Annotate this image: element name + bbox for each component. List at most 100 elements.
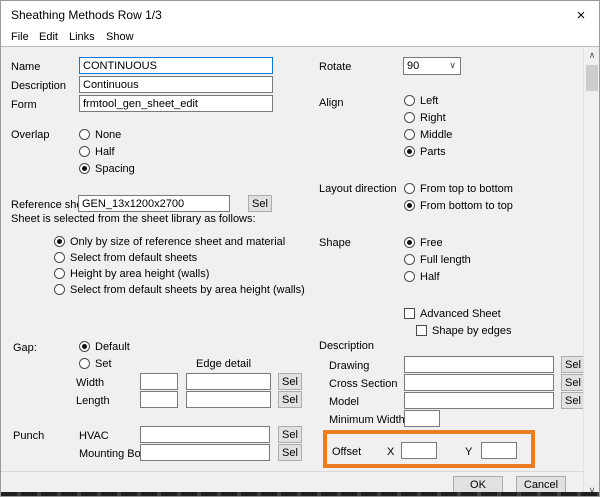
description-section-heading: Description	[319, 340, 374, 352]
gap-length-sel-button[interactable]: Sel	[278, 391, 302, 408]
offset-y-label: Y	[465, 446, 472, 458]
chevron-down-icon: ∨	[449, 60, 456, 71]
gap-option-default[interactable]: Default	[79, 340, 130, 353]
model-sel-button[interactable]: Sel	[561, 392, 585, 409]
cross-section-input[interactable]	[404, 374, 554, 391]
minimum-width-label: Minimum Width	[329, 414, 405, 426]
radio-label: Only by size of reference sheet and mate…	[70, 236, 285, 248]
gap-option-set[interactable]: Set	[79, 357, 112, 370]
gap-length-label: Length	[76, 395, 110, 407]
radio-label: Free	[420, 237, 443, 249]
form-label: Form	[11, 99, 37, 111]
radio-button-selected	[79, 163, 90, 174]
radio-label: Default	[95, 341, 130, 353]
description-input[interactable]: Continuous	[79, 76, 273, 93]
window-title: Sheathing Methods Row 1/3	[11, 8, 162, 22]
radio-button-selected	[79, 341, 90, 352]
menu-show[interactable]: Show	[106, 31, 134, 43]
radio-label: Select from default sheets	[70, 252, 197, 264]
radio-label: From top to bottom	[420, 183, 513, 195]
checkbox-label: Advanced Sheet	[420, 308, 501, 320]
cross-section-sel-button[interactable]: Sel	[561, 374, 585, 391]
radio-button-selected	[404, 146, 415, 157]
radio-label: From bottom to top	[420, 200, 513, 212]
align-option-middle[interactable]: Middle	[404, 128, 452, 141]
overlap-option-half[interactable]: Half	[79, 145, 115, 158]
sheet-library-option-default[interactable]: Select from default sheets	[54, 251, 197, 264]
gap-width-sel-button[interactable]: Sel	[278, 373, 302, 390]
gap-length-input[interactable]	[140, 391, 178, 408]
drawing-sel-button[interactable]: Sel	[561, 356, 585, 373]
hvac-sel-button[interactable]: Sel	[278, 426, 302, 443]
offset-x-label: X	[387, 446, 394, 458]
mounting-box-input[interactable]	[140, 444, 270, 461]
shape-option-free[interactable]: Free	[404, 236, 443, 249]
checkbox-label: Shape by edges	[432, 325, 512, 337]
overlap-option-spacing[interactable]: Spacing	[79, 162, 135, 175]
overlap-label: Overlap	[11, 129, 50, 141]
menu-edit[interactable]: Edit	[39, 31, 58, 43]
sheet-library-option-height[interactable]: Height by area height (walls)	[54, 267, 209, 280]
edge-detail-header: Edge detail	[196, 358, 251, 370]
rotate-value: 90	[407, 60, 419, 72]
shape-by-edges-checkbox[interactable]: Shape by edges	[416, 324, 512, 337]
radio-label: Set	[95, 358, 112, 370]
radio-button	[404, 112, 415, 123]
gap-width-input[interactable]	[140, 373, 178, 390]
sheet-library-option-default-height[interactable]: Select from default sheets by area heigh…	[54, 283, 305, 296]
sheet-library-heading: Sheet is selected from the sheet library…	[11, 213, 256, 225]
reference-sheet-input[interactable]: GEN_13x1200x2700	[78, 195, 230, 212]
shape-option-full-length[interactable]: Full length	[404, 253, 471, 266]
align-option-right[interactable]: Right	[404, 111, 446, 124]
shape-option-half[interactable]: Half	[404, 270, 440, 283]
advanced-sheet-checkbox[interactable]: Advanced Sheet	[404, 307, 501, 320]
checkbox	[404, 308, 415, 319]
radio-label: Left	[420, 95, 438, 107]
menu-bar: File Edit Links Show	[1, 29, 599, 46]
radio-label: Half	[420, 271, 440, 283]
align-option-left[interactable]: Left	[404, 94, 438, 107]
layout-direction-label: Layout direction	[319, 183, 397, 195]
sheet-library-option-size[interactable]: Only by size of reference sheet and mate…	[54, 235, 285, 248]
radio-button	[54, 252, 65, 263]
radio-label: Middle	[420, 129, 452, 141]
vertical-scrollbar[interactable]: ∧ ∨	[583, 47, 599, 497]
hvac-label: HVAC	[79, 430, 109, 442]
close-icon[interactable]: ×	[571, 5, 591, 25]
gap-width-label: Width	[76, 377, 104, 389]
radio-button-selected	[404, 237, 415, 248]
layout-option-top-to-bottom[interactable]: From top to bottom	[404, 182, 513, 195]
hvac-input[interactable]	[140, 426, 270, 443]
rotate-dropdown[interactable]: 90 ∨	[403, 57, 461, 75]
cross-section-label: Cross Section	[329, 378, 397, 390]
menu-file[interactable]: File	[11, 31, 29, 43]
radio-button	[79, 129, 90, 140]
radio-label: Parts	[420, 146, 446, 158]
gap-length-edge-input[interactable]	[186, 391, 271, 408]
reference-sheet-sel-button[interactable]: Sel	[248, 195, 272, 212]
radio-button-selected	[404, 200, 415, 211]
minimum-width-input[interactable]	[404, 410, 440, 427]
gap-width-edge-input[interactable]	[186, 373, 271, 390]
gap-label: Gap:	[13, 342, 37, 354]
radio-label: Spacing	[95, 163, 135, 175]
radio-button	[79, 146, 90, 157]
layout-option-bottom-to-top[interactable]: From bottom to top	[404, 199, 513, 212]
radio-label: Right	[420, 112, 446, 124]
model-input[interactable]	[404, 392, 554, 409]
radio-label: None	[95, 129, 121, 141]
form-input[interactable]: frmtool_gen_sheet_edit	[79, 95, 273, 112]
menu-links[interactable]: Links	[69, 31, 95, 43]
radio-button	[404, 95, 415, 106]
radio-label: Select from default sheets by area heigh…	[70, 284, 305, 296]
scrollbar-thumb[interactable]	[586, 65, 598, 91]
offset-y-input[interactable]	[481, 442, 517, 459]
scrollbar-up-icon[interactable]: ∧	[584, 47, 600, 63]
align-option-parts[interactable]: Parts	[404, 145, 446, 158]
mounting-box-sel-button[interactable]: Sel	[278, 444, 302, 461]
radio-button	[79, 358, 90, 369]
name-input[interactable]: CONTINUOUS	[79, 57, 273, 74]
drawing-input[interactable]	[404, 356, 554, 373]
offset-x-input[interactable]	[401, 442, 437, 459]
overlap-option-none[interactable]: None	[79, 128, 121, 141]
